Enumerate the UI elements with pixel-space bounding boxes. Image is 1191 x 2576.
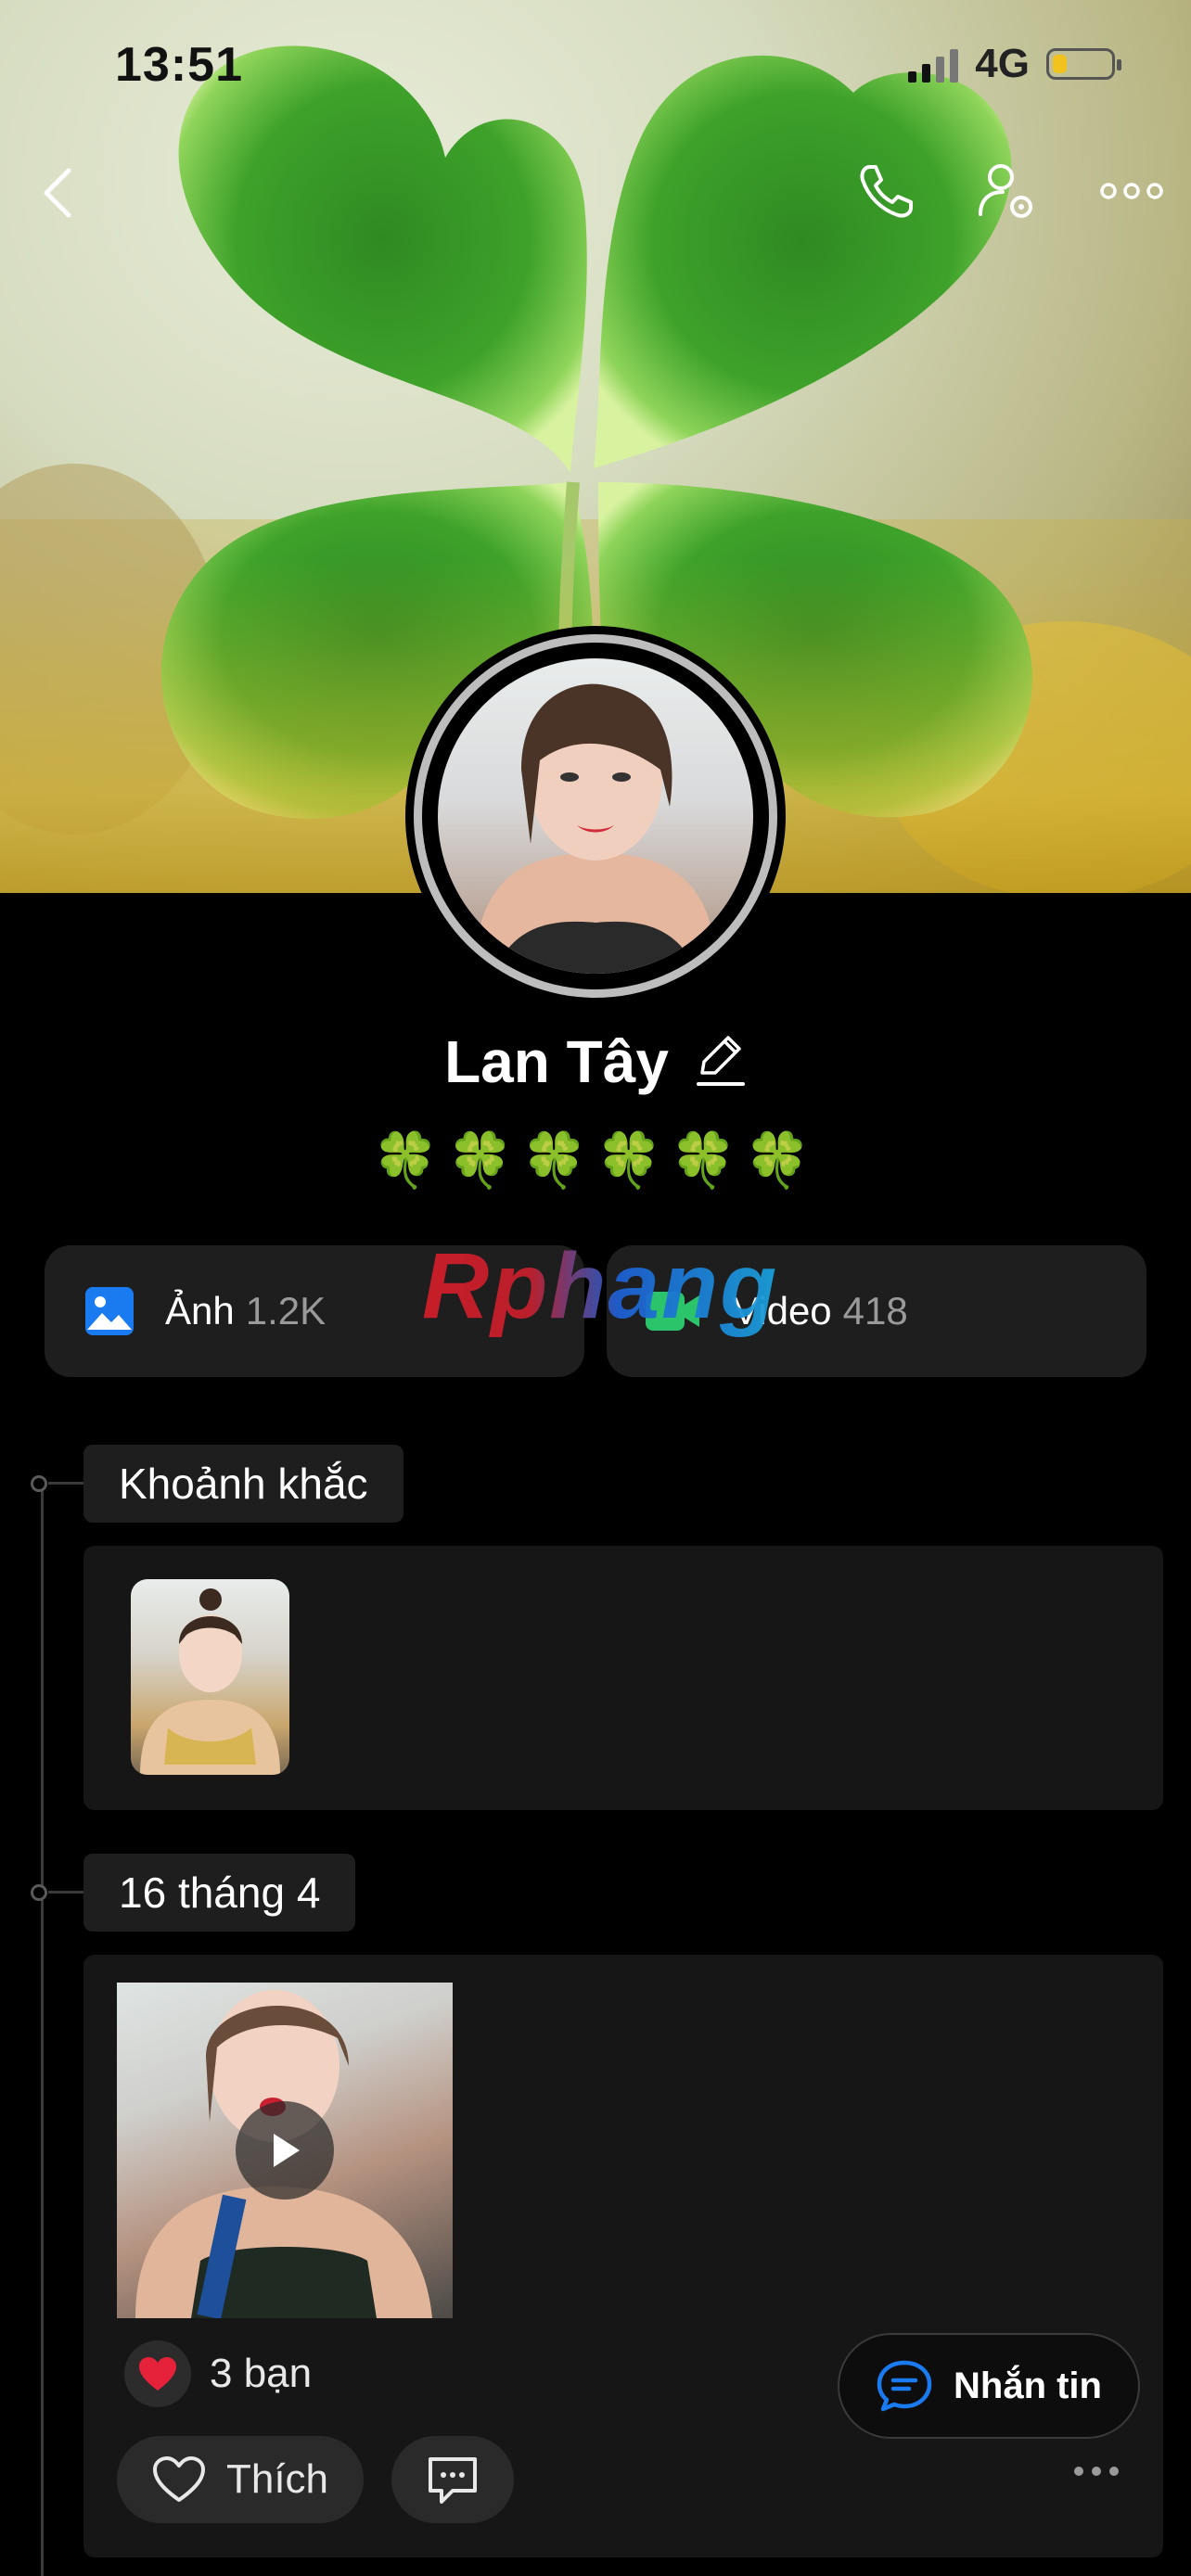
- message-label: Nhắn tin: [954, 2365, 1102, 2406]
- date-chip: 16 tháng 4: [83, 1854, 356, 1932]
- status-icons: 4G: [908, 41, 1121, 87]
- comment-button[interactable]: [391, 2436, 514, 2523]
- like-label: Thích: [225, 2456, 329, 2502]
- message-button[interactable]: Nhắn tin: [838, 2333, 1140, 2439]
- timeline-connector: [48, 1482, 83, 1485]
- more-horizontal-icon[interactable]: [1095, 154, 1169, 228]
- like-button[interactable]: Thích: [117, 2436, 364, 2523]
- edit-pencil-icon[interactable]: [695, 1032, 747, 1092]
- avatar[interactable]: [405, 626, 786, 1006]
- timeline-line: [41, 1482, 44, 2576]
- videos-count: 418: [842, 1289, 908, 1333]
- watermark-logo: Rphang: [422, 1234, 779, 1338]
- reaction-summary[interactable]: 3 bạn: [124, 2340, 312, 2407]
- phone-icon[interactable]: [850, 154, 924, 228]
- reaction-count: 3 bạn: [210, 2351, 313, 2396]
- signal-icon: [908, 45, 959, 83]
- profile-name-row: Lan Tây: [0, 1027, 1191, 1096]
- avatar-photo: [438, 658, 753, 974]
- user-settings-icon[interactable]: [970, 154, 1044, 228]
- photos-count: 1.2K: [245, 1289, 327, 1333]
- moment-thumbnail[interactable]: [131, 1579, 289, 1775]
- image-icon: [83, 1285, 135, 1337]
- moments-chip: Khoảnh khắc: [83, 1445, 403, 1523]
- photos-label: Ảnh: [165, 1289, 235, 1333]
- profile-bio: 🍀🍀🍀🍀🍀🍀: [372, 1130, 819, 1191]
- timeline-connector: [48, 1891, 83, 1894]
- status-time: 13:51: [115, 38, 243, 92]
- heart-reaction-icon: [124, 2340, 191, 2407]
- profile-name: Lan Tây: [444, 1028, 669, 1095]
- play-button[interactable]: [236, 2101, 334, 2200]
- chat-bubble-icon: [876, 2359, 933, 2413]
- timeline-dot: [31, 1884, 47, 1901]
- comment-icon: [425, 2454, 480, 2506]
- heart-outline-icon: [152, 2455, 206, 2504]
- battery-icon: [1046, 48, 1121, 80]
- back-arrow-icon[interactable]: [20, 156, 95, 230]
- timeline-dot: [31, 1475, 47, 1492]
- network-label: 4G: [975, 41, 1030, 86]
- post-more-icon[interactable]: [1074, 2467, 1119, 2476]
